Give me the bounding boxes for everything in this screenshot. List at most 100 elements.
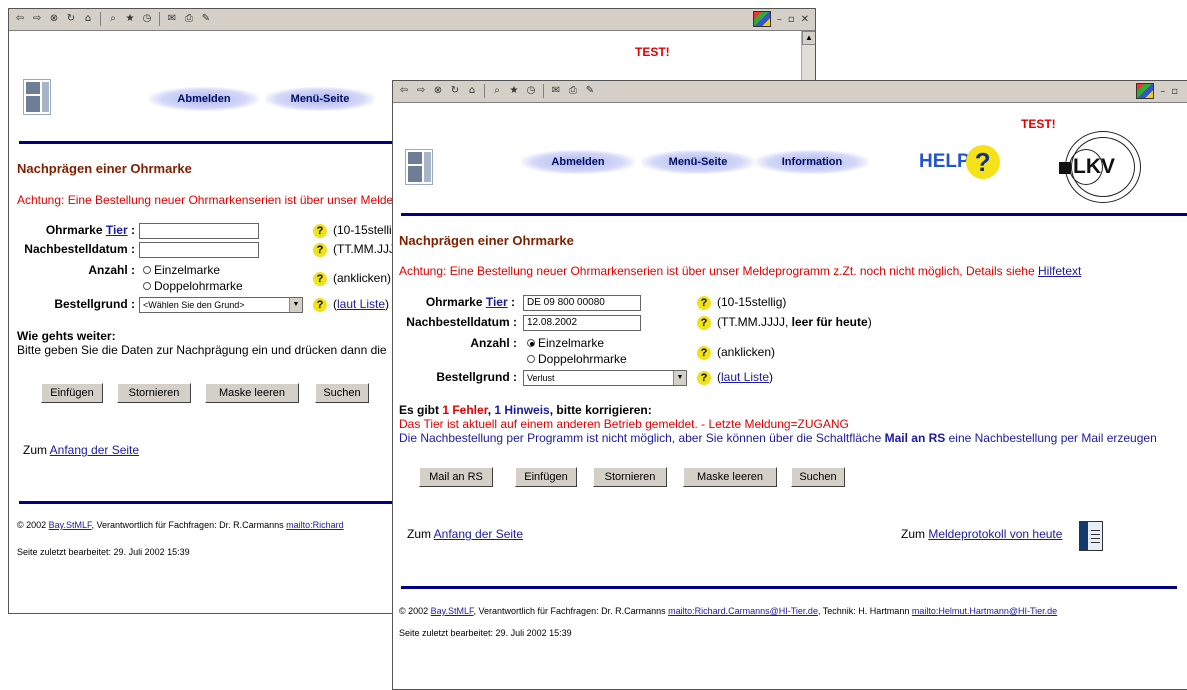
minimize-icon[interactable]: – — [1160, 86, 1165, 97]
radio-icon[interactable] — [143, 282, 151, 290]
maske-leeren-button[interactable]: Maske leeren — [683, 467, 777, 487]
bestellgrund-label: Bestellgrund : — [54, 297, 135, 311]
hint-bestellgrund: ? (laut Liste) — [313, 297, 389, 312]
refresh-icon[interactable]: ↻ — [64, 12, 78, 26]
hint-ohrmarke: ? (10-15stellig) — [697, 295, 786, 310]
laut-liste-link[interactable]: laut Liste — [721, 370, 769, 384]
ohrmarke-input[interactable]: DE 09 800 00080 — [523, 295, 641, 311]
bay-stmlf-link[interactable]: Bay.StMLF — [49, 520, 92, 530]
tier-link[interactable]: Tier — [106, 223, 128, 237]
nav-menu-seite-button[interactable]: Menü-Seite — [265, 87, 375, 111]
ohrmarke-label: Ohrmarke Tier : — [45, 223, 135, 237]
chevron-down-icon[interactable]: ▼ — [289, 298, 302, 312]
suchen-button[interactable]: Suchen — [315, 383, 369, 403]
home-icon[interactable]: ⌂ — [465, 84, 479, 98]
forward-icon[interactable]: ⇨ — [414, 84, 428, 98]
bestellgrund-select[interactable]: Verlust ▼ — [523, 370, 687, 386]
help-question-icon[interactable]: ? — [697, 371, 711, 385]
ohrmarke-input[interactable] — [139, 223, 259, 239]
nav-abmelden-button[interactable]: Abmelden — [521, 150, 635, 174]
hint-bestellgrund: ? (laut Liste) — [697, 370, 773, 385]
radio-doppelohrmarke[interactable]: Doppelohrmarke — [527, 352, 627, 366]
print-icon[interactable]: ⎙ — [182, 12, 196, 26]
help-logo[interactable]: HELP? — [919, 145, 1000, 179]
bay-stmlf-link[interactable]: Bay.StMLF — [431, 606, 474, 616]
anfang-der-seite-link[interactable]: Anfang der Seite — [50, 443, 139, 457]
refresh-icon[interactable]: ↻ — [448, 84, 462, 98]
header-divider — [401, 213, 1187, 216]
einfuegen-button[interactable]: Einfügen — [515, 467, 577, 487]
radio-einzelmarke[interactable]: Einzelmarke — [143, 263, 220, 277]
radio-icon[interactable] — [527, 355, 535, 363]
back-icon[interactable]: ⇦ — [397, 84, 411, 98]
next-steps-title: Wie gehts weiter: — [17, 329, 116, 343]
stornieren-button[interactable]: Stornieren — [117, 383, 191, 403]
maximize-icon[interactable]: ▫ — [788, 14, 795, 25]
meldeprotokoll-link[interactable]: Meldeprotokoll von heute — [928, 527, 1062, 541]
history-icon[interactable]: ◷ — [524, 84, 538, 98]
hi-tier-logo — [23, 79, 51, 115]
search-icon[interactable]: ⌕ — [106, 12, 120, 26]
laut-liste-link[interactable]: laut Liste — [337, 297, 385, 311]
radio-einzelmarke[interactable]: Einzelmarke — [527, 336, 604, 350]
home-icon[interactable]: ⌂ — [81, 12, 95, 26]
footer-copyright: © 2002 Bay.StMLF, Verantwortlich für Fac… — [399, 606, 1058, 616]
minimize-icon[interactable]: – — [777, 14, 782, 25]
page-title: Nachprägen einer Ohrmarke — [399, 233, 574, 248]
mail-icon[interactable]: ✉ — [549, 84, 563, 98]
help-question-icon[interactable]: ? — [313, 272, 327, 286]
stornieren-button[interactable]: Stornieren — [593, 467, 667, 487]
next-steps-text: Bitte geben Sie die Daten zur Nachprägun… — [17, 343, 387, 357]
stop-icon[interactable]: ⊗ — [431, 84, 445, 98]
hilfetext-link[interactable]: Hilfetext — [1038, 264, 1081, 278]
nav-menu-seite-button[interactable]: Menü-Seite — [641, 150, 755, 174]
close-icon[interactable]: ✕ — [801, 14, 809, 25]
history-icon[interactable]: ◷ — [140, 12, 154, 26]
suchen-button[interactable]: Suchen — [791, 467, 845, 487]
footer-divider — [401, 586, 1177, 589]
datum-label: Nachbestelldatum : — [406, 315, 517, 329]
mailto-richard-link[interactable]: mailto:Richard — [286, 520, 344, 530]
radio-icon[interactable] — [143, 266, 151, 274]
mail-icon[interactable]: ✉ — [165, 12, 179, 26]
datum-input[interactable]: 12.08.2002 — [523, 315, 641, 331]
help-question-icon[interactable]: ? — [965, 145, 1000, 179]
mail-an-rs-button[interactable]: Mail an RS — [419, 467, 493, 487]
windows-logo-icon — [752, 11, 771, 27]
help-question-icon[interactable]: ? — [313, 243, 327, 257]
mailto-richard-link[interactable]: mailto:Richard.Carmanns@HI-Tier.de — [668, 606, 818, 616]
help-question-icon[interactable]: ? — [313, 298, 327, 312]
bestellgrund-select[interactable]: <Wählen Sie den Grund> ▼ — [139, 297, 303, 313]
tier-link[interactable]: Tier — [486, 295, 508, 309]
forward-icon[interactable]: ⇨ — [30, 12, 44, 26]
stop-icon[interactable]: ⊗ — [47, 12, 61, 26]
hi-tier-logo — [405, 149, 433, 185]
back-icon[interactable]: ⇦ — [13, 12, 27, 26]
book-icon[interactable] — [1079, 521, 1103, 551]
edit-icon[interactable]: ✎ — [199, 12, 213, 26]
nav-abmelden-button[interactable]: Abmelden — [149, 87, 259, 111]
help-question-icon[interactable]: ? — [697, 296, 711, 310]
windows-logo-icon — [1136, 83, 1155, 99]
zum-anfang: Zum Anfang der Seite — [23, 443, 140, 457]
print-icon[interactable]: ⎙ — [566, 84, 580, 98]
maske-leeren-button[interactable]: Maske leeren — [205, 383, 299, 403]
maximize-icon[interactable]: ▫ — [1171, 86, 1178, 97]
einfuegen-button[interactable]: Einfügen — [41, 383, 103, 403]
browser-toolbar: ⇦ ⇨ ⊗ ↻ ⌂ ⌕ ★ ◷ ✉ ⎙ ✎ – ▫ — [393, 81, 1187, 103]
chevron-down-icon[interactable]: ▼ — [673, 371, 686, 385]
nav-information-button[interactable]: Information — [755, 150, 869, 174]
help-question-icon[interactable]: ? — [697, 316, 711, 330]
favorites-icon[interactable]: ★ — [123, 12, 137, 26]
radio-selected-icon[interactable] — [527, 339, 535, 347]
datum-label: Nachbestelldatum : — [24, 242, 135, 256]
favorites-icon[interactable]: ★ — [507, 84, 521, 98]
search-icon[interactable]: ⌕ — [490, 84, 504, 98]
edit-icon[interactable]: ✎ — [583, 84, 597, 98]
help-question-icon[interactable]: ? — [697, 346, 711, 360]
datum-input[interactable] — [139, 242, 259, 258]
anfang-der-seite-link[interactable]: Anfang der Seite — [434, 527, 523, 541]
radio-doppelohrmarke[interactable]: Doppelohrmarke — [143, 279, 243, 293]
help-question-icon[interactable]: ? — [313, 224, 327, 238]
mailto-helmut-link[interactable]: mailto:Helmut.Hartmann@HI-Tier.de — [912, 606, 1057, 616]
